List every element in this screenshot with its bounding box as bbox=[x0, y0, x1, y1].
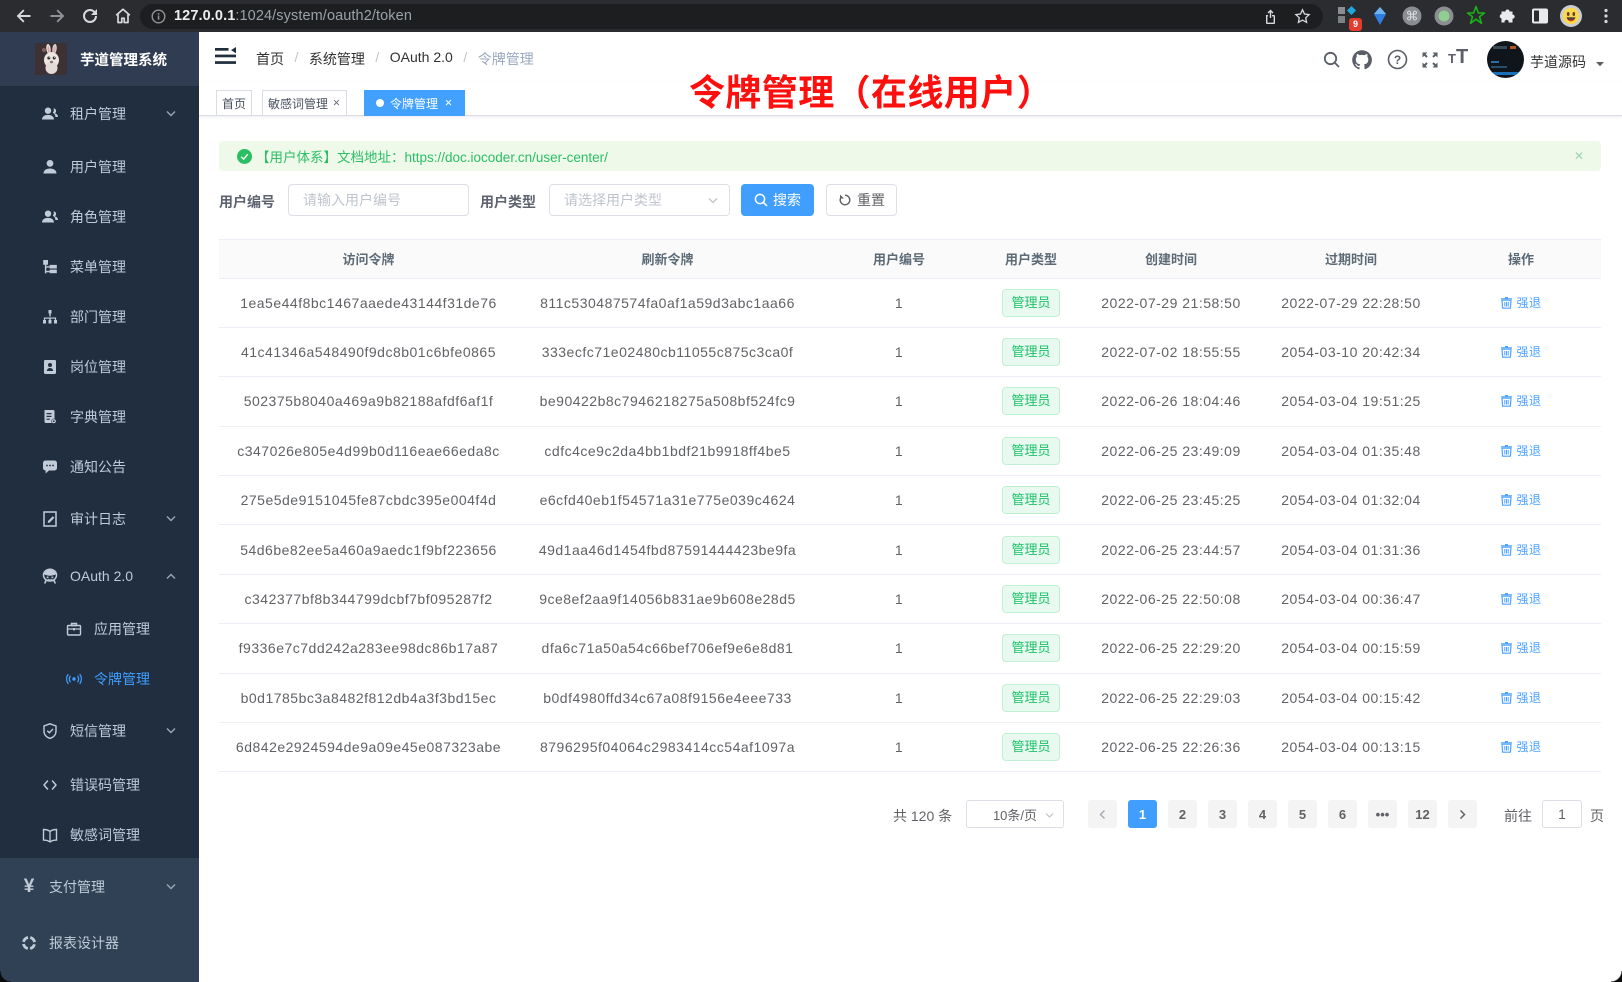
svg-text:⌘: ⌘ bbox=[1406, 9, 1419, 24]
svg-text:?: ? bbox=[1394, 53, 1401, 67]
